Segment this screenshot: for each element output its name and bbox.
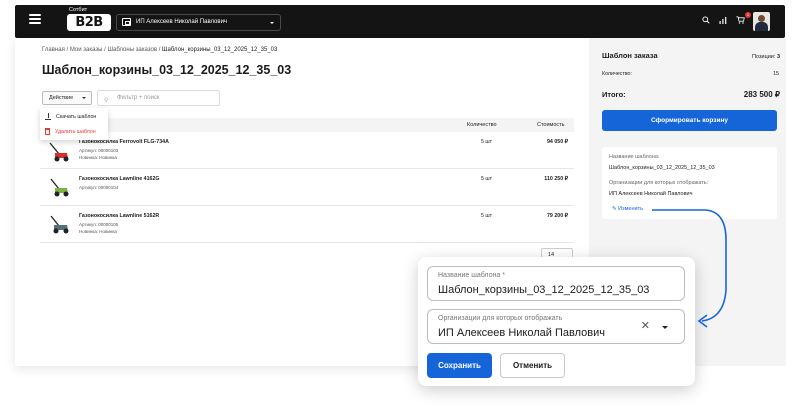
- positions-label: Позиции:: [752, 54, 776, 60]
- organizations-select-field[interactable]: Организации для которых отображать ИП Ал…: [427, 309, 685, 344]
- breadcrumb-separator: /: [66, 47, 69, 53]
- product-article: Артикул: 00000103: [79, 148, 119, 153]
- filter-search-input[interactable]: ⚲ Фильтр + поиск: [97, 90, 220, 106]
- product-price: 110 250 ₽: [544, 176, 568, 182]
- template-name-field[interactable]: Название шаблона * Шаблон_корзины_03_12_…: [427, 266, 685, 301]
- column-cost[interactable]: Стоимость: [537, 122, 565, 128]
- save-button[interactable]: Сохранить: [427, 353, 492, 378]
- summary-quantity-label: Количество:: [602, 71, 632, 77]
- product-badge: Новинка: Новинка: [79, 155, 117, 160]
- breadcrumb-orders[interactable]: Мои заказы: [70, 47, 103, 53]
- logo-mark: B2B: [67, 14, 111, 31]
- template-orgs-value: ИП Алексеев Николай Павлович: [609, 191, 693, 197]
- column-quantity[interactable]: Количество: [467, 122, 497, 128]
- building-icon: [122, 18, 131, 26]
- organization-select-value: ИП Алексеев Николай Павлович: [136, 19, 228, 25]
- chevron-down-icon: [82, 97, 86, 99]
- template-name-label: Название шаблона:: [609, 154, 660, 160]
- edit-template-link[interactable]: ✎ Изменить: [612, 206, 643, 212]
- breadcrumb-templates[interactable]: Шаблоны заказов: [107, 47, 157, 53]
- trash-icon: [45, 128, 50, 135]
- compare-bars-icon[interactable]: [719, 17, 727, 24]
- breadcrumb-separator: /: [104, 47, 106, 53]
- positions-value: 3: [776, 54, 780, 60]
- summary-total-label: Итого:: [602, 90, 626, 99]
- logo[interactable]: Сотбит B2B: [67, 7, 113, 34]
- table-row[interactable]: Газонокосилка Lawnline 4162G Артикул: 00…: [40, 170, 574, 206]
- page-title: Шаблон_корзины_03_12_2025_12_35_03: [42, 63, 292, 77]
- action-button-label: Действие: [49, 95, 74, 101]
- user-avatar[interactable]: [753, 12, 770, 31]
- template-orgs-label: Организации для которых отображать:: [609, 180, 709, 186]
- summary-positions: Позиции: 3: [752, 54, 780, 60]
- delete-template-label: Удалить шаблон: [55, 128, 96, 135]
- template-info-card: Название шаблона: Шаблон_корзины_03_12_2…: [602, 147, 777, 219]
- product-quantity: 5 шт: [481, 139, 493, 145]
- form-cart-button[interactable]: Сформировать корзину: [602, 110, 777, 131]
- chevron-down-icon[interactable]: [662, 326, 668, 329]
- lawnmower-green-image: [50, 178, 69, 197]
- template-name-field-value: Шаблон_корзины_03_12_2025_12_35_03: [438, 284, 650, 296]
- action-menu: Скачать шаблон Удалить шаблон: [40, 108, 108, 140]
- filter-icon: ⚲: [104, 98, 109, 104]
- chevron-down-icon: [270, 22, 274, 24]
- download-icon: [45, 113, 51, 120]
- product-price: 94 050 ₽: [546, 139, 568, 145]
- table-row[interactable]: Газонокосилка Ferrovolt FLG-734A Артикул…: [40, 133, 574, 169]
- filter-placeholder: Фильтр + поиск: [117, 95, 160, 101]
- cart-count-badge: 1: [745, 12, 751, 18]
- product-price: 79 200 ₽: [546, 213, 568, 219]
- delete-template-item[interactable]: Удалить шаблон: [45, 128, 96, 135]
- breadcrumb-home[interactable]: Главная: [42, 47, 65, 53]
- product-name[interactable]: Газонокосилка Lawnline 5162R: [79, 213, 159, 219]
- clear-icon[interactable]: ✕: [641, 321, 650, 332]
- product-badge: Новинка: Новинка: [79, 229, 117, 234]
- download-template-label: Скачать шаблон: [56, 113, 97, 120]
- lawnmower-red-image: [49, 142, 69, 162]
- summary-title: Шаблон заказа: [602, 51, 658, 60]
- breadcrumb: Главная / Мои заказы / Шаблоны заказов /…: [42, 47, 277, 53]
- breadcrumb-separator: /: [158, 47, 161, 53]
- organizations-field-value: ИП Алексеев Николай Павлович: [438, 327, 605, 339]
- summary-quantity-value: 15: [773, 71, 779, 77]
- product-quantity: 5 шт: [481, 213, 493, 219]
- table-row[interactable]: Газонокосилка Lawnline 5162R Артикул: 00…: [40, 207, 574, 243]
- logo-caption: Сотбит: [69, 7, 88, 13]
- product-quantity: 5 шт: [481, 176, 493, 182]
- template-name-field-label: Название шаблона *: [438, 272, 505, 279]
- edit-template-modal: Название шаблона * Шаблон_корзины_03_12_…: [418, 257, 695, 386]
- cancel-button[interactable]: Отменить: [500, 353, 565, 378]
- action-dropdown-button[interactable]: Действие: [42, 91, 92, 105]
- summary-total-value: 283 500 ₽: [743, 90, 780, 99]
- product-article: Артикул: 00000104: [79, 185, 119, 190]
- organization-select[interactable]: ИП Алексеев Николай Павлович: [116, 14, 281, 31]
- search-icon[interactable]: [702, 16, 710, 24]
- edit-link-label: Изменить: [618, 206, 643, 212]
- menu-burger-icon[interactable]: [29, 14, 41, 24]
- product-name[interactable]: Газонокосилка Lawnline 4162G: [79, 176, 160, 182]
- template-name-value: Шаблон_корзины_03_12_2025_12_35_03: [609, 165, 715, 171]
- cart-icon[interactable]: [736, 16, 745, 24]
- download-template-item[interactable]: Скачать шаблон: [45, 113, 96, 120]
- product-article: Артикул: 00000105: [79, 222, 119, 227]
- organizations-field-label: Организации для которых отображать: [438, 315, 563, 322]
- breadcrumb-current: Шаблон_корзины_03_12_2025_12_35_03: [162, 47, 278, 53]
- lawnmower-gray-image: [50, 215, 69, 234]
- table-header: Количество Стоимость: [40, 118, 574, 132]
